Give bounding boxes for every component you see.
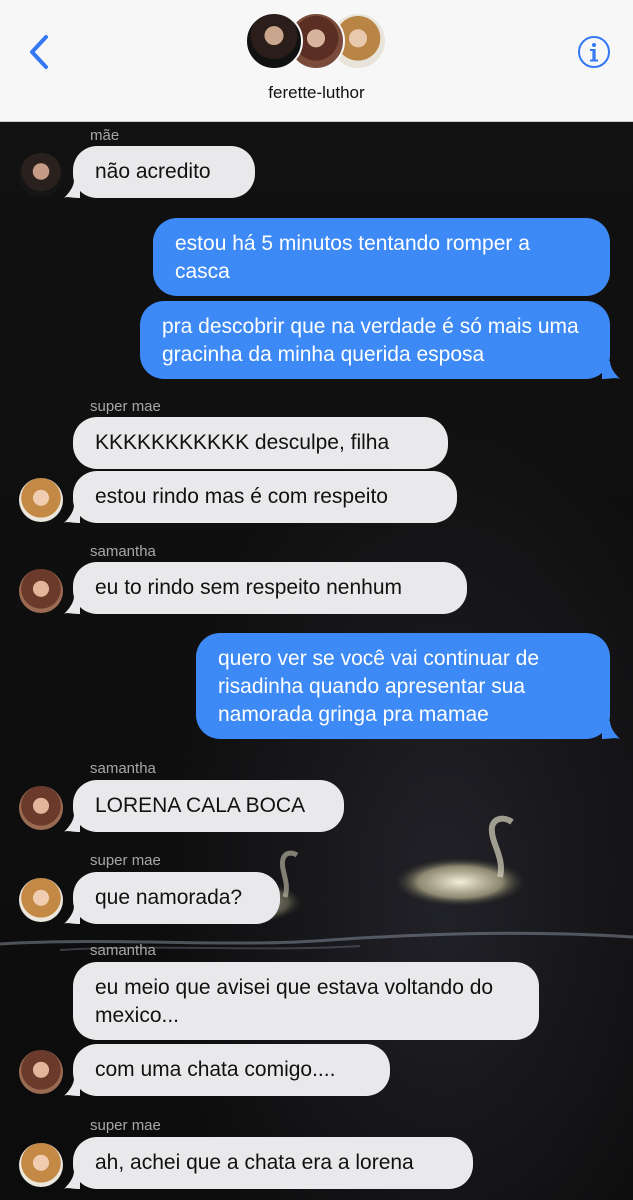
avatar[interactable] <box>19 153 63 197</box>
group-name[interactable]: ferette-luthor <box>0 83 633 103</box>
message-bubble[interactable]: que namorada? <box>73 872 280 924</box>
bubble-tail <box>64 1078 80 1096</box>
info-button[interactable] <box>577 35 611 69</box>
message-bubble[interactable]: KKKKKKKKKKK desculpe, filha <box>73 417 448 469</box>
message-thread[interactable]: mãe não acredito estou há 5 minutos tent… <box>0 122 633 1200</box>
avatar <box>245 12 303 70</box>
sender-name: super mae <box>90 398 161 415</box>
avatar[interactable] <box>19 569 63 613</box>
sender-name: super mae <box>90 1117 161 1134</box>
message-bubble[interactable]: eu to rindo sem respeito nenhum <box>73 562 467 614</box>
conversation-header: ferette-luthor <box>0 0 633 122</box>
avatar[interactable] <box>19 1050 63 1094</box>
sender-name: samantha <box>90 543 156 560</box>
bubble-tail <box>64 1171 80 1189</box>
bubble-tail <box>602 361 620 379</box>
bubble-tail <box>64 906 80 924</box>
message-bubble[interactable]: ah, achei que a chata era a lorena <box>73 1137 473 1189</box>
bubble-tail <box>64 180 80 198</box>
bubble-tail <box>64 596 80 614</box>
info-icon <box>578 36 610 68</box>
avatar[interactable] <box>19 878 63 922</box>
avatar[interactable] <box>19 478 63 522</box>
bubble-tail <box>64 505 80 523</box>
chevron-left-icon <box>30 35 48 69</box>
bubble-tail <box>64 814 80 832</box>
sender-name: samantha <box>90 942 156 959</box>
sender-name: samantha <box>90 760 156 777</box>
sender-name: mãe <box>90 127 120 144</box>
message-bubble[interactable]: não acredito <box>73 146 255 198</box>
message-bubble[interactable]: eu meio que avisei que estava voltando d… <box>73 962 539 1040</box>
message-bubble[interactable]: LORENA CALA BOCA <box>73 780 344 832</box>
message-bubble[interactable]: estou rindo mas é com respeito <box>73 471 457 523</box>
avatar[interactable] <box>19 1143 63 1187</box>
message-bubble[interactable]: pra descobrir que na verdade é só mais u… <box>140 301 610 379</box>
group-avatars[interactable] <box>245 12 390 72</box>
back-button[interactable] <box>22 30 56 74</box>
message-bubble[interactable]: quero ver se você vai continuar de risad… <box>196 633 610 739</box>
message-bubble[interactable]: estou há 5 minutos tentando romper a cas… <box>153 218 610 296</box>
sender-name: super mae <box>90 852 161 869</box>
bubble-tail <box>602 721 620 739</box>
avatar[interactable] <box>19 786 63 830</box>
message-bubble[interactable]: com uma chata comigo.... <box>73 1044 390 1096</box>
